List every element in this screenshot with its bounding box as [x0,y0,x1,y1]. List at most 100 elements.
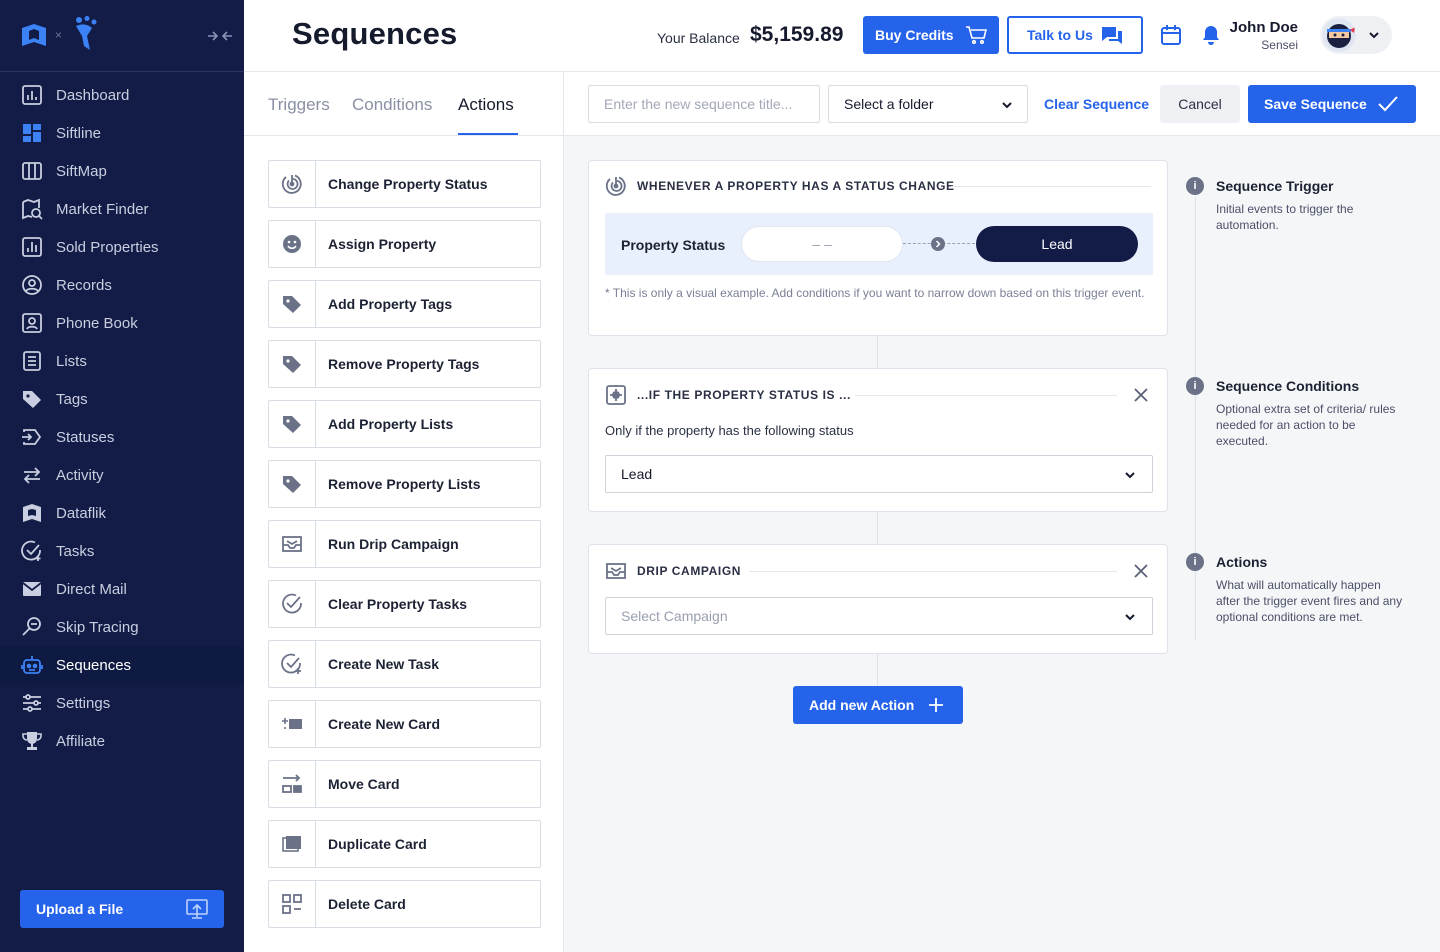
flow-connector [877,654,878,686]
mail-icon [22,582,42,596]
add-new-action-button[interactable]: Add new Action [793,686,963,724]
sidebar-item-tags[interactable]: Tags [0,380,244,418]
action-assign-property[interactable]: Assign Property [268,220,541,268]
sidebar-item-skip-tracing[interactable]: Skip Tracing [0,608,244,646]
flow-connector [877,512,878,544]
panel-tabs: Triggers Conditions Actions [244,72,563,136]
tab-triggers[interactable]: Triggers [268,95,330,115]
campaign-select[interactable]: Select Campaign [605,597,1153,635]
sidebar-item-label: Skip Tracing [56,618,139,636]
settings-icon [23,694,41,712]
action-run-drip-campaign[interactable]: Run Drip Campaign [268,520,541,568]
info-icon: i [1186,177,1204,195]
drip-campaign-heading: DRIP CAMPAIGN [637,564,742,578]
clear-sequence-button[interactable]: Clear Sequence [1044,96,1149,112]
condition-status-value: Lead [621,466,653,482]
sidebar-item-tasks[interactable]: Tasks [0,532,244,570]
action-create-new-card[interactable]: Create New Card [268,700,541,748]
sidebar-item-siftmap[interactable]: SiftMap [0,152,244,190]
action-label: Assign Property [328,236,437,252]
drip-campaign-icon [606,563,626,579]
sidebar-item-records[interactable]: Records [0,266,244,304]
action-remove-property-lists[interactable]: Remove Property Lists [268,460,541,508]
save-sequence-button[interactable]: Save Sequence [1248,85,1416,123]
condition-card-header: ...IF THE PROPERTY STATUS IS ... [605,384,851,406]
divider [855,395,1117,396]
close-icon[interactable] [1133,387,1149,403]
sidebar-item-direct-mail[interactable]: Direct Mail [0,570,244,608]
action-create-new-task[interactable]: Create New Task [268,640,541,688]
sidebar-item-label: Sequences [56,656,132,674]
sidebar-item-label: Activity [56,466,104,484]
folder-select[interactable]: Select a folder [828,85,1028,123]
sidebar-item-settings[interactable]: Settings [0,684,244,722]
to-status-pill: Lead [976,226,1138,262]
calendar-icon[interactable] [1160,24,1182,46]
condition-status-select[interactable]: Lead [605,455,1153,493]
sidebar-item-market-finder[interactable]: Market Finder [0,190,244,228]
chevron-down-icon [1002,102,1012,109]
trigger-heading: WHENEVER A PROPERTY HAS A STATUS CHANGE [637,179,955,193]
help-description: Optional extra set of criteria/ rules ne… [1216,402,1396,448]
sidebar-item-lists[interactable]: Lists [0,342,244,380]
action-label: Create New Task [328,656,440,672]
sidebar-item-dashboard[interactable]: Dashboard [0,76,244,114]
activity-icon [23,467,41,484]
sidebar-item-statuses[interactable]: Statuses [0,418,244,456]
avatar [1322,18,1356,52]
help-title: Sequence Trigger [1216,178,1334,194]
sidebar-item-label: Direct Mail [56,580,127,598]
tab-conditions[interactable]: Conditions [352,95,432,115]
phone-book-icon [22,313,42,333]
action-duplicate-card[interactable]: Duplicate Card [268,820,541,868]
tag-icon [283,416,301,433]
skip-tracing-icon [22,617,41,636]
sidebar-item-sold-properties[interactable]: Sold Properties [0,228,244,266]
tab-actions[interactable]: Actions [458,95,514,115]
campaign-select-placeholder: Select Campaign [621,608,728,624]
action-change-property-status[interactable]: Change Property Status [268,160,541,208]
drip-campaign-card-header: DRIP CAMPAIGN [605,560,741,582]
action-add-property-lists[interactable]: Add Property Lists [268,400,541,448]
balance-value: $5,159.89 [750,23,844,46]
sidebar-item-dataflik[interactable]: Dataflik [0,494,244,532]
actions-panel: Triggers Conditions Actions Change Prope… [244,72,564,952]
sequence-title-input[interactable] [588,85,820,123]
drip-campaign-icon [282,536,302,552]
action-clear-property-tasks[interactable]: Clear Property Tasks [268,580,541,628]
tags-icon [23,391,41,408]
notification-bell-icon[interactable] [1200,24,1222,46]
sidebar-item-sequences[interactable]: Sequences [0,646,244,684]
sidebar-item-label: Phone Book [56,314,138,332]
duplicate-card-icon [282,836,301,852]
action-delete-card[interactable]: Delete Card [268,880,541,928]
talk-to-us-button[interactable]: Talk to Us [1007,16,1143,54]
tag-icon [283,296,301,313]
tag-icon [283,476,301,493]
from-status-pill: – – [741,226,903,262]
new-card-icon [282,718,302,729]
chevron-down-icon [1125,614,1135,621]
action-move-card[interactable]: Move Card [268,760,541,808]
buy-credits-button[interactable]: Buy Credits [863,16,999,54]
sidebar-item-phone-book[interactable]: Phone Book [0,304,244,342]
user-menu[interactable] [1320,16,1392,54]
sidebar-item-siftline[interactable]: Siftline [0,114,244,152]
partner-logo-icon [76,16,97,50]
action-label: Create New Card [328,716,441,732]
drip-campaign-card: DRIP CAMPAIGN Select Campaign [588,544,1168,654]
divider [951,186,1151,187]
cancel-button[interactable]: Cancel [1160,85,1240,123]
action-remove-property-tags[interactable]: Remove Property Tags [268,340,541,388]
status-change-icon [281,174,302,194]
action-add-property-tags[interactable]: Add Property Tags [268,280,541,328]
help-timeline-line [1195,196,1196,640]
sidebar-item-activity[interactable]: Activity [0,456,244,494]
dashboard-icon [22,85,42,105]
sidebar-item-label: SiftMap [56,162,107,180]
app-logo-icon[interactable] [20,22,48,50]
collapse-sidebar-icon[interactable] [206,28,234,44]
sidebar-item-affiliate[interactable]: Affiliate [0,722,244,760]
upload-file-button[interactable]: Upload a File [20,890,224,928]
close-icon[interactable] [1133,563,1149,579]
